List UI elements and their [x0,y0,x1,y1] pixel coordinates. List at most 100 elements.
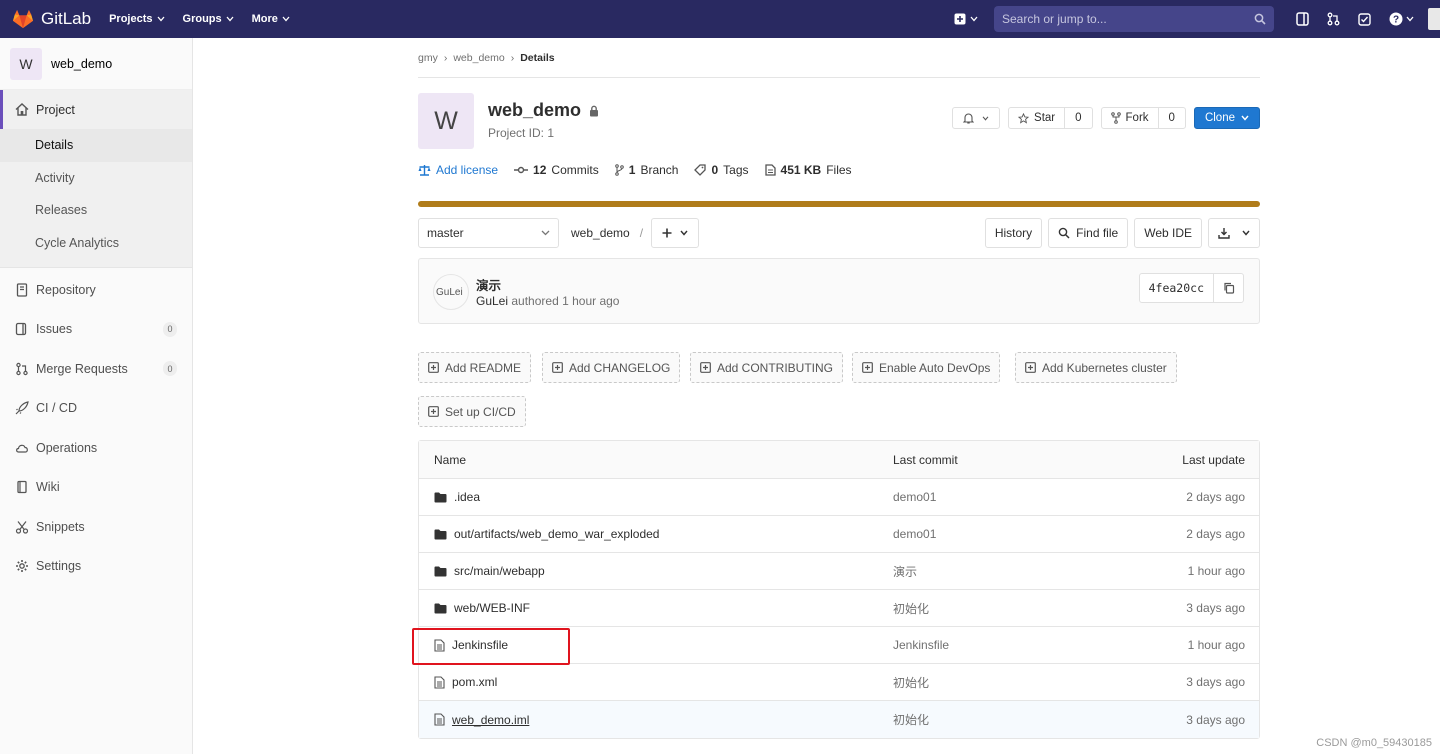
branch-selector[interactable]: master [418,218,559,248]
commit-title[interactable]: 演示 [476,275,501,294]
sidebar-item-project[interactable]: Project [0,90,192,129]
commit-author[interactable]: GuLei [476,294,508,308]
files-link[interactable]: 451 KB Files [764,163,852,177]
file-name-cell[interactable]: pom.xml [434,664,497,700]
main-content: gmy › web_demo › Details W web_demo Proj… [418,38,1260,739]
file-last-commit[interactable]: 初始化 [893,664,929,700]
commit-authored-time: authored 1 hour ago [511,294,620,308]
breadcrumb-separator: › [510,51,515,64]
sidebar-item-label: Wiki [36,480,60,495]
branches-link[interactable]: 1 Branch [614,163,678,177]
breadcrumb-item-group[interactable]: gmy [418,52,438,64]
file-last-commit[interactable]: 初始化 [893,701,929,738]
project-actions: Star 0 Fork 0 Clone [952,107,1260,129]
sidebar-subitem-details[interactable]: Details [0,129,192,162]
file-name: src/main/webapp [454,564,545,578]
add-license-link[interactable]: Add license [418,163,498,177]
star-count[interactable]: 0 [1064,108,1091,128]
sidebar-item-project-label: Project [36,102,75,117]
nav-more[interactable]: More [252,13,290,25]
sidebar-item-merge-requests[interactable]: Merge Requests 0 [0,349,192,389]
sidebar-subitem-activity[interactable]: Activity [0,162,192,195]
gear-icon [16,560,28,573]
tree-path-root[interactable]: web_demo [571,226,630,240]
sidebar-item-settings[interactable]: Settings [0,547,192,587]
fork-count[interactable]: 0 [1157,108,1185,128]
project-avatar: W [10,47,42,80]
sidebar-subitem-cycle-analytics[interactable]: Cycle Analytics [0,227,192,260]
sidebar-subitem-releases[interactable]: Releases [0,194,192,227]
sidebar-item-repository[interactable]: Repository [0,270,192,310]
copy-sha-button[interactable] [1213,274,1243,302]
sidebar-project-header[interactable]: W web_demo [0,38,192,90]
sidebar-item-wiki[interactable]: Wiki [0,468,192,508]
svg-text:?: ? [1393,15,1399,26]
nav-groups[interactable]: Groups [183,13,234,25]
history-button[interactable]: History [984,218,1043,248]
commit-author-avatar[interactable]: GuLei [433,274,469,310]
table-row[interactable]: .idea demo01 2 days ago [419,479,1259,516]
gitlab-logo[interactable]: GitLab [12,9,91,29]
table-row[interactable]: src/main/webapp 演示 1 hour ago [419,553,1259,590]
file-last-commit[interactable]: demo01 [893,516,936,552]
todos-nav-button[interactable] [1358,12,1371,26]
file-last-commit[interactable]: 初始化 [893,590,929,626]
table-row[interactable]: pom.xml 初始化 3 days ago [419,664,1259,701]
search-input[interactable]: Search or jump to... [994,6,1274,32]
star-button[interactable]: Star 0 [1008,107,1093,129]
sidebar-item-ci-cd[interactable]: CI / CD [0,389,192,429]
tags-link[interactable]: 0 Tags [694,163,749,177]
file-last-update: 1 hour ago [1187,638,1245,652]
find-file-button[interactable]: Find file [1048,218,1129,248]
commit-sha[interactable]: 4fea20cc [1140,274,1213,302]
merge-requests-nav-button[interactable] [1327,12,1340,26]
add-kubernetes-cluster-button[interactable]: Add Kubernetes cluster [1015,352,1177,383]
file-name-cell[interactable]: web_demo.iml [434,701,529,738]
file-last-commit[interactable]: demo01 [893,479,936,515]
sidebar-item-operations[interactable]: Operations [0,428,192,468]
help-dropdown[interactable]: ? [1389,12,1414,26]
sidebar-item-issues[interactable]: Issues 0 [0,310,192,350]
tree-path-separator: / [639,226,644,240]
file-last-commit[interactable]: 演示 [893,553,917,589]
sidebar-item-label: Repository [36,282,96,297]
clone-dropdown-button[interactable]: Clone [1193,107,1260,129]
file-name-cell[interactable]: out/artifacts/web_demo_war_exploded [434,516,659,552]
notification-dropdown[interactable] [952,107,1001,129]
table-row[interactable]: web_demo.iml 初始化 3 days ago [419,701,1259,738]
plus-square-icon [1025,362,1036,373]
sidebar-toggle-button[interactable] [1296,12,1309,26]
table-row[interactable]: out/artifacts/web_demo_war_exploded demo… [419,516,1259,553]
breadcrumb-item-current[interactable]: Details [520,52,554,64]
breadcrumb-separator: › [443,51,448,64]
add-changelog-button[interactable]: Add CHANGELOG [542,352,681,383]
chevron-down-icon [970,16,978,22]
column-header-last-commit: Last commit [893,452,958,467]
fork-button[interactable]: Fork 0 [1100,107,1186,129]
new-item-dropdown[interactable] [954,13,978,25]
sidebar-item-snippets[interactable]: Snippets [0,507,192,547]
tag-icon [694,164,707,176]
setup-ci-cd-button[interactable]: Set up CI/CD [418,396,526,427]
file-name-cell[interactable]: web/WEB-INF [434,590,530,626]
download-dropdown[interactable] [1208,218,1260,248]
fox-logo-icon [13,9,33,29]
breadcrumb-item-project[interactable]: web_demo [453,52,504,64]
commits-link[interactable]: 12 Commits [514,163,599,177]
web-ide-button[interactable]: Web IDE [1134,218,1202,248]
user-avatar-button[interactable] [1428,8,1440,30]
add-contributing-button[interactable]: Add CONTRIBUTING [690,352,844,383]
file-name-cell[interactable]: src/main/webapp [434,553,545,589]
issues-nav-icon [1296,12,1309,26]
add-readme-button[interactable]: Add README [418,352,532,383]
table-row[interactable]: web/WEB-INF 初始化 3 days ago [419,590,1259,627]
search-placeholder: Search or jump to... [1002,12,1107,26]
file-last-commit[interactable]: Jenkinsfile [893,627,949,663]
help-icon: ? [1389,12,1403,26]
cloud-icon [16,444,28,453]
file-name-cell[interactable]: .idea [434,479,480,515]
enable-auto-devops-button[interactable]: Enable Auto DevOps [852,352,1001,383]
add-to-tree-dropdown[interactable] [651,218,699,248]
quick-action-label: Add CONTRIBUTING [717,360,834,375]
nav-projects[interactable]: Projects [109,13,165,25]
